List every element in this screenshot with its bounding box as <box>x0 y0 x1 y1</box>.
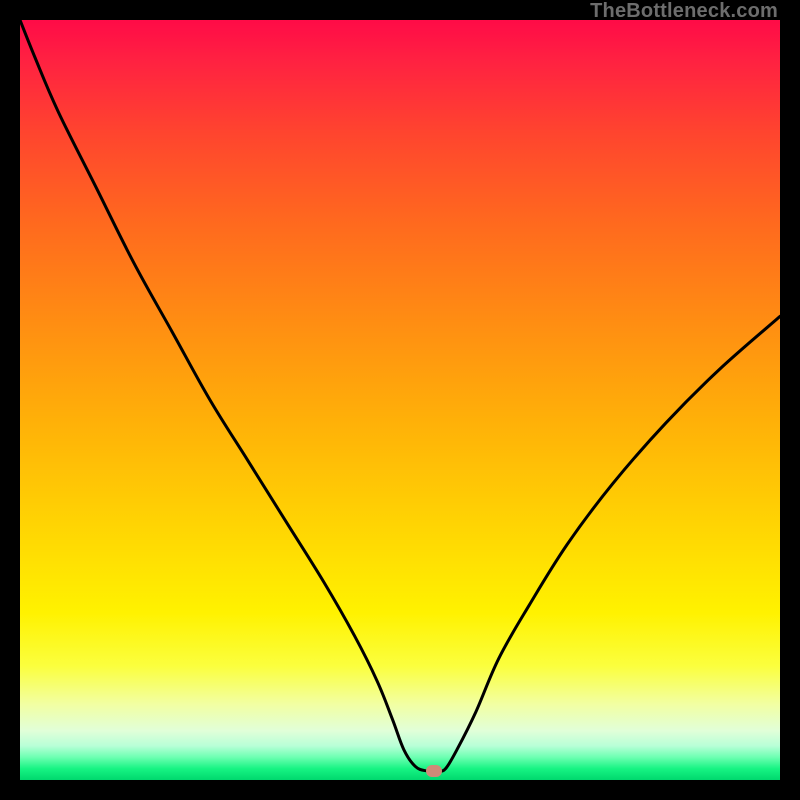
chart-frame: TheBottleneck.com <box>0 0 800 800</box>
optimal-point-marker <box>426 765 442 777</box>
plot-area <box>20 20 780 780</box>
bottleneck-curve <box>20 20 780 780</box>
